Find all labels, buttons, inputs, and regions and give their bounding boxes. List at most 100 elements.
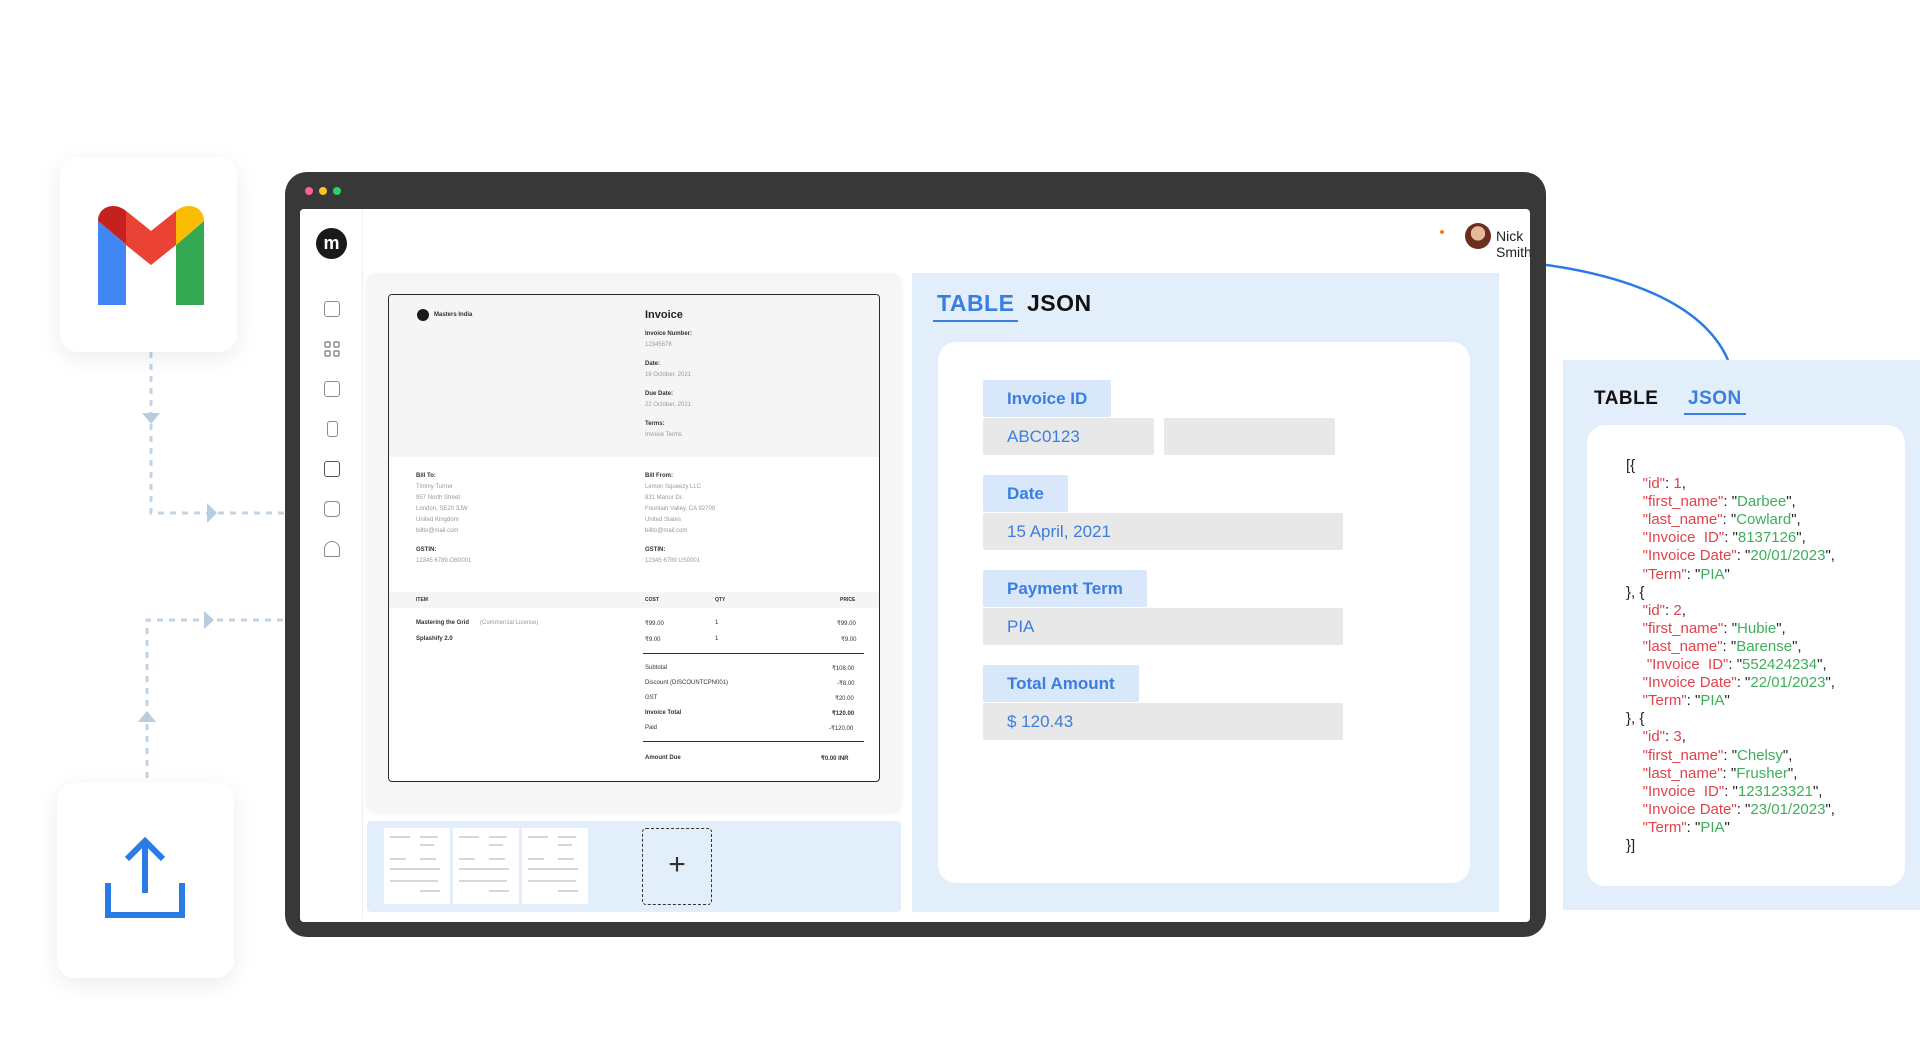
date-field[interactable]: 15 April, 2021 [983,513,1343,550]
invoice-total-value: ₹120.00 [832,711,855,717]
add-page-button[interactable]: + [642,828,712,905]
bill-from-gstin-label: GSTIN: [645,547,666,553]
due-date-label: Due Date: [645,391,674,397]
json-value: 20/01/2023 [1750,547,1826,565]
upload-source-card[interactable] [57,783,234,978]
user-name[interactable]: Nick Smith [1496,228,1530,260]
item-price: ₹9.00 [841,637,857,643]
invoice-total-label: Invoice Total [645,710,682,716]
app-window: m Nick Smith ▼ Masters India Invoice [285,172,1546,937]
json-value: 123123321 [1737,782,1813,800]
json-value: Hubie [1737,619,1777,637]
json-value: Cowlard [1736,511,1792,529]
file-icon[interactable] [327,421,338,437]
json-value: 1 [1673,475,1682,493]
subtotal-value: ₹108.00 [832,666,855,672]
page-thumbnail[interactable] [453,828,519,904]
scan-icon[interactable] [324,461,340,477]
bill-to-line: 957 North Street [416,495,461,501]
gmail-source-card[interactable] [60,157,237,352]
page-thumbnails: + [367,821,901,912]
terms-label: Terms: [645,421,665,427]
sidebar: m [300,209,363,922]
box-icon[interactable] [324,501,340,517]
page-thumbnail[interactable] [522,828,588,904]
avatar[interactable] [1465,223,1491,249]
item-cost: ₹99.00 [645,621,664,627]
app-logo[interactable]: m [316,228,347,259]
window-minimize-dot[interactable] [319,187,327,195]
window-maximize-dot[interactable] [333,187,341,195]
json-value: 23/01/2023 [1750,800,1826,818]
bill-from-line: billto@mail.com [645,528,688,534]
json-value: Chelsy [1737,746,1783,764]
invoice-date-label: Date: [645,361,661,367]
item-qty: 1 [715,620,719,626]
paid-value: -₹120.00 [829,726,854,732]
camera-icon[interactable] [324,301,340,317]
window-close-dot[interactable] [305,187,313,195]
payment-term-field[interactable]: PIA [983,608,1343,645]
invoice-id-secondary-field[interactable] [1164,418,1335,455]
tab-table[interactable]: TABLE [932,290,1019,322]
paid-label: Paid [645,725,658,731]
grid-icon[interactable] [324,341,340,357]
json-value: 552424234 [1742,656,1818,674]
invoice-id-field[interactable]: ABC0123 [983,418,1154,455]
bill-to-gstin: 12345 6789 OB0001 [416,558,472,564]
json-value: 22/01/2023 [1750,674,1826,692]
company-name: Masters India [434,312,473,318]
discount-label: Discount (DISCOUNTCPN001) [645,680,729,686]
tab-table[interactable]: TABLE [1594,388,1658,410]
bill-from-line: 831 Manor Dr. [645,495,684,501]
invoice-document: Masters India Invoice Invoice Number: 12… [388,294,880,782]
item-qty: 1 [715,636,719,642]
invoice-date-value: 18 October, 2021 [645,372,692,378]
item-cost: ₹9.00 [645,637,661,643]
invoice-id-label: Invoice ID [983,380,1112,417]
invoice-preview-panel: Masters India Invoice Invoice Number: 12… [367,273,901,811]
invoice-number-label: Invoice Number: [645,331,693,337]
extraction-panel: TABLE JSON Invoice ID ABC0123 Date 15 Ap… [912,273,1499,912]
bill-to-line: London, SE20 3JW [416,506,468,512]
col-price: PRICE [840,597,856,603]
discount-value: -₹8.00 [837,681,855,687]
bill-from-line: United States [645,517,682,523]
bill-from-gstin: 12345 6789 US0001 [645,558,701,564]
extracted-fields-card: Invoice ID ABC0123 Date 15 April, 2021 P… [938,342,1470,883]
bill-from-heading: Bill From: [645,473,673,479]
tab-json[interactable]: JSON [1684,388,1746,415]
json-value: Darbee [1737,493,1787,511]
invoice-number-value: 12345678 [645,342,672,348]
notification-dot[interactable] [1440,230,1444,234]
payment-term-label: Payment Term [983,570,1147,607]
item-note: (Commercial License) [480,620,539,626]
json-code: [{ "id": 1, "first_name": "Darbee", "las… [1626,457,1835,854]
total-amount-field[interactable]: $ 120.43 [983,703,1343,740]
item-price: ₹99.00 [837,621,856,627]
json-output-card: [{ "id": 1, "first_name": "Darbee", "las… [1587,425,1905,886]
document-settings-icon[interactable] [324,381,340,397]
date-label: Date [983,475,1068,512]
amount-due-value: ₹0.00 INR [821,756,849,762]
bill-to-line: United Kingdom [416,517,459,523]
app-screen: m Nick Smith ▼ Masters India Invoice [300,209,1530,922]
total-amount-label: Total Amount [983,665,1139,702]
users-icon[interactable] [324,541,340,557]
bill-from-line: Lemon Squeezy LLC [645,484,702,490]
gmail-icon [98,206,204,305]
bill-from-line: Fountain Valley, CA 92708 [645,506,716,512]
json-output-panel: TABLE JSON [{ "id": 1, "first_name": "Da… [1563,360,1920,910]
tab-json[interactable]: JSON [1027,290,1092,317]
bill-to-line: Timmy Turner [416,484,453,490]
upload-icon [105,836,185,918]
divider [643,653,864,654]
invoice-title: Invoice [645,309,683,321]
json-value: Frusher [1736,764,1788,782]
items-header-bg [389,592,879,608]
page-thumbnail[interactable] [384,828,450,904]
bill-to-line: billto@mail.com [416,528,459,534]
gst-label: GST [645,695,658,701]
json-value: 2 [1673,601,1682,619]
json-value: Barense [1736,637,1793,655]
